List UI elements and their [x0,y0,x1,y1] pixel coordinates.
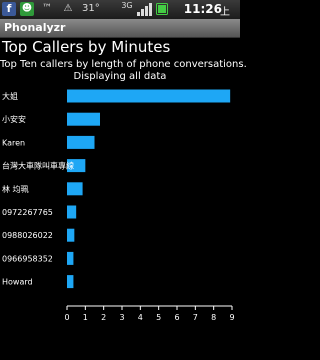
x-tick-label: 5 [156,313,161,322]
clock-time: 11:26 [183,2,222,16]
facebook-icon: f [2,2,16,16]
x-tick-label: 7 [193,313,198,322]
bar [67,205,77,219]
battery-icon [156,2,168,16]
bar [67,251,74,265]
network-text: 3G [121,1,133,10]
app-title: Phonalyzr [4,21,66,34]
x-tick-label: 4 [138,313,143,322]
bar [67,135,95,149]
x-tick-label: 9 [229,313,234,322]
bar [67,89,231,103]
usb-icon: ™ [42,3,52,14]
debug-icon: ⚠ [63,3,73,14]
network-3g-icon: 3G [120,2,134,16]
category-label: 林 均珮 [2,184,29,194]
signal-icon [136,2,152,16]
bar [67,112,100,126]
page-subtitle: Top Ten callers by length of phone conve… [0,59,247,70]
category-label: Karen [2,138,25,147]
x-tick-label: 8 [211,313,216,322]
bar [67,275,74,289]
category-label: 0972267765 [2,208,53,217]
page-subtitle-secondary: Displaying all data [73,71,167,82]
x-tick-label: 3 [119,313,124,322]
bar [67,228,75,242]
contacts-icon: ☻ [20,2,34,16]
category-label: Howard [2,278,33,287]
x-tick-label: 0 [64,313,69,322]
category-label: 0966958352 [2,254,53,263]
x-tick-label: 6 [174,313,179,322]
bar [67,182,83,196]
x-tick-label: 1 [83,313,88,322]
temperature-text: 31° [82,3,100,14]
bar-chart: 大姐小安安 Karen 台灣大車隊叫車專線林 均珮 0972267765 0988026… [2,89,235,322]
category-label: 台灣大車隊叫車專線 [2,161,74,171]
app-title-bar: Phonalyzr [0,19,240,38]
ampm-wrap: 上午 [220,0,240,33]
category-label: 小安安 [2,114,26,124]
battery-shape [156,3,168,15]
signal-bars [137,3,152,16]
category-label: 大姐 [2,91,18,101]
x-tick-label: 2 [101,313,106,322]
category-label: 0988026022 [2,231,53,240]
page-title: Top Callers by Minutes [2,38,171,56]
status-bar: f ☻ ™ ⚠ 31° 3G 11:26 上午 [0,0,240,33]
